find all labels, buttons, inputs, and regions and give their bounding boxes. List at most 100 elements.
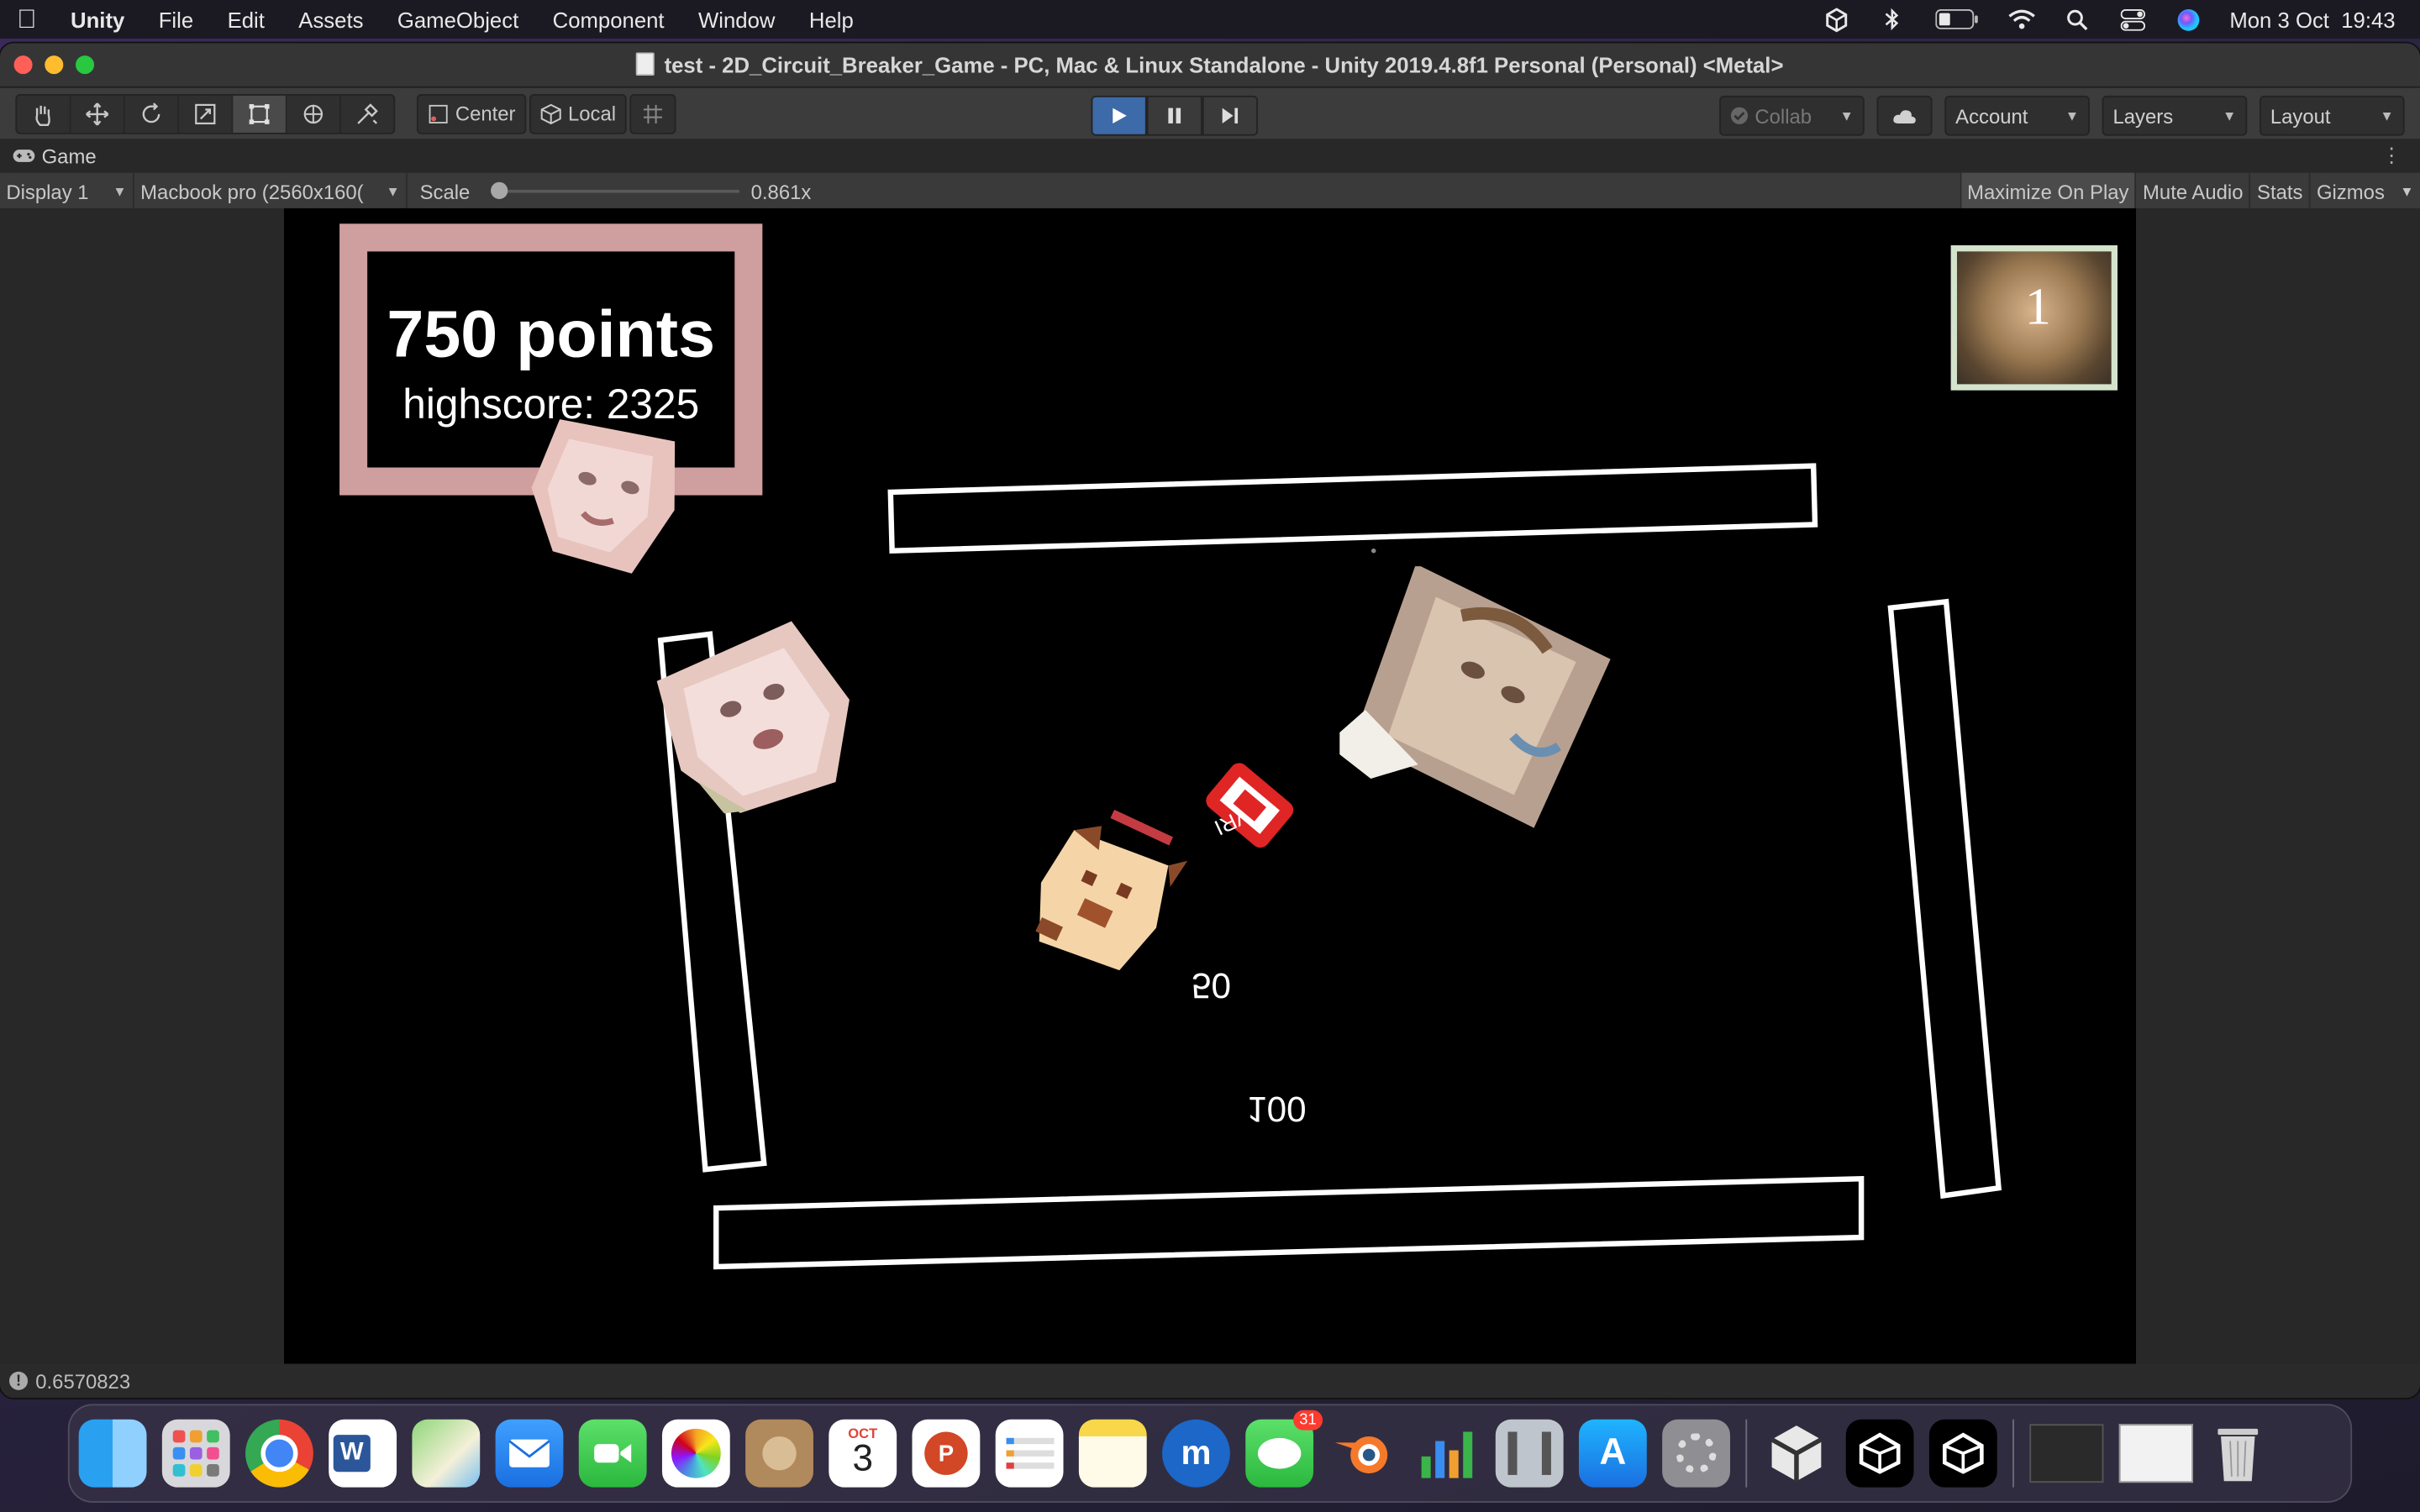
siri-icon[interactable] — [2174, 8, 2202, 30]
musescore-icon[interactable]: m — [1162, 1419, 1230, 1488]
game-view-toolbar: Display 1 ▼ Macbook pro (2560x160( ▼ Sca… — [0, 172, 2420, 212]
pivot-local-toggle[interactable]: Local — [529, 93, 627, 134]
clock[interactable]: Mon 3 Oct 19:43 — [2229, 7, 2395, 31]
console-status-bar[interactable]: ! 0.6570823 — [0, 1363, 2420, 1399]
mail-icon[interactable] — [495, 1419, 564, 1488]
main-toolbar: Center Local Collab ▼ Account ▼ Layers ▼… — [0, 87, 2420, 139]
system-preferences-icon[interactable] — [1662, 1419, 1730, 1488]
menu-file[interactable]: File — [142, 7, 211, 31]
player-character — [1035, 810, 1188, 971]
unity-hub-icon[interactable] — [1822, 7, 1849, 32]
contacts-icon[interactable] — [745, 1419, 813, 1488]
layers-label: Layers — [2112, 103, 2174, 128]
tab-game[interactable]: Game — [13, 144, 97, 167]
account-label: Account — [1955, 103, 2028, 128]
zoom-window-button[interactable] — [76, 55, 95, 75]
cloud-button[interactable] — [1876, 95, 1933, 136]
dock-separator-2 — [2012, 1419, 2014, 1488]
app-menu[interactable]: Unity — [54, 7, 142, 31]
bluetooth-icon[interactable] — [1878, 8, 1906, 31]
transform-tool-icon[interactable] — [287, 94, 341, 133]
close-window-button[interactable] — [13, 55, 33, 75]
stats-toggle[interactable]: Stats — [2249, 172, 2309, 210]
app-store-icon[interactable]: A — [1578, 1419, 1647, 1488]
battery-icon[interactable] — [1933, 8, 1980, 30]
maps-icon[interactable] — [412, 1419, 481, 1488]
account-dropdown[interactable]: Account ▼ — [1944, 95, 2090, 136]
screenshot-thumb-1[interactable] — [2029, 1424, 2104, 1483]
pivot-center-toggle[interactable]: Center — [416, 93, 527, 134]
menu-edit[interactable]: Edit — [210, 7, 281, 31]
reminders-icon[interactable] — [995, 1419, 1064, 1488]
menu-help[interactable]: Help — [792, 7, 871, 31]
calendar-day: 3 — [852, 1437, 873, 1480]
spotlight-search-icon[interactable] — [2063, 8, 2091, 30]
collab-dropdown[interactable]: Collab ▼ — [1719, 95, 1865, 136]
pause-icon — [1168, 108, 1181, 123]
powerpoint-icon[interactable]: P — [912, 1419, 981, 1488]
gamepad-icon — [13, 150, 35, 162]
document-icon — [636, 52, 655, 76]
menu-assets[interactable]: Assets — [281, 7, 381, 31]
ball-dot — [1370, 548, 1376, 554]
mute-audio-toggle[interactable]: Mute Audio — [2134, 172, 2249, 210]
rect-tool-icon[interactable] — [233, 94, 287, 133]
pause-button[interactable] — [1146, 95, 1202, 136]
pivot-icon — [429, 103, 448, 123]
photos-icon[interactable] — [661, 1419, 730, 1488]
blender-icon[interactable] — [1328, 1420, 1397, 1488]
hand-tool-icon[interactable] — [17, 94, 71, 133]
finder-icon[interactable] — [78, 1419, 147, 1488]
custom-tool-icon[interactable] — [341, 95, 393, 132]
transform-tools — [15, 93, 396, 134]
screenshot-thumb-2[interactable] — [2118, 1424, 2193, 1483]
control-center-icon[interactable] — [2118, 8, 2146, 30]
play-button[interactable] — [1091, 95, 1147, 136]
scale-value: 0.861x — [750, 179, 812, 203]
pivot-local-label: Local — [567, 102, 617, 125]
game-viewport[interactable]: 750 points highscore: 2325 1 VRI 50 100 — [283, 207, 2137, 1364]
points-text: 750 points — [387, 297, 716, 372]
resolution-dropdown[interactable]: Macbook pro (2560x160( ▼ — [134, 172, 408, 210]
menu-gameobject[interactable]: GameObject — [381, 7, 536, 31]
facetime-icon[interactable] — [578, 1419, 647, 1488]
messages-icon[interactable]: 31 — [1245, 1410, 1323, 1488]
maximize-on-play-toggle[interactable]: Maximize On Play — [1959, 172, 2135, 210]
collab-label: Collab — [1754, 103, 1812, 128]
calendar-icon[interactable]: OCT 3 — [829, 1419, 897, 1488]
console-message: 0.6570823 — [35, 1369, 131, 1393]
unity-hub-icon[interactable] — [1763, 1420, 1831, 1488]
messages-badge: 31 — [1292, 1410, 1323, 1431]
trash-icon[interactable] — [2208, 1420, 2267, 1488]
numbers-icon[interactable] — [1413, 1420, 1481, 1488]
display-dropdown[interactable]: Display 1 ▼ — [0, 172, 134, 210]
unity-icon[interactable] — [1845, 1419, 1914, 1488]
menu-component[interactable]: Component — [535, 7, 681, 31]
kebab-menu-icon[interactable]: ⋮ — [2381, 144, 2402, 168]
player-portrait: 1 — [1950, 245, 2118, 391]
scale-slider-knob[interactable] — [490, 181, 508, 199]
unity-icon-2[interactable] — [1928, 1419, 1997, 1488]
layers-dropdown[interactable]: Layers ▼ — [2102, 95, 2248, 136]
chevron-down-icon: ▼ — [2223, 108, 2237, 123]
gizmos-toggle[interactable]: Gizmos ▼ — [2308, 172, 2420, 210]
apple-menu-icon[interactable]:  — [0, 4, 54, 35]
grid-snap-toggle[interactable] — [629, 93, 676, 134]
menu-window[interactable]: Window — [681, 7, 792, 31]
word-icon[interactable]: W — [329, 1419, 397, 1488]
layout-dropdown[interactable]: Layout ▼ — [2259, 95, 2405, 136]
chrome-icon[interactable] — [245, 1419, 313, 1488]
step-button[interactable] — [1202, 95, 1258, 136]
game-tab-row: Game ⋮ — [0, 139, 2420, 173]
launchpad-icon[interactable] — [161, 1419, 230, 1488]
resolution-label: Macbook pro (2560x160( — [140, 179, 364, 203]
pivot-center-label: Center — [455, 102, 516, 125]
move-tool-icon[interactable] — [71, 94, 125, 133]
scale-slider[interactable] — [490, 181, 739, 199]
wifi-icon[interactable] — [2007, 8, 2035, 30]
rotate-tool-icon[interactable] — [125, 94, 180, 133]
pages-icon[interactable] — [1495, 1419, 1564, 1488]
scale-tool-icon[interactable] — [179, 94, 234, 133]
notes-icon[interactable] — [1078, 1419, 1147, 1488]
minimize-window-button[interactable] — [45, 55, 64, 75]
